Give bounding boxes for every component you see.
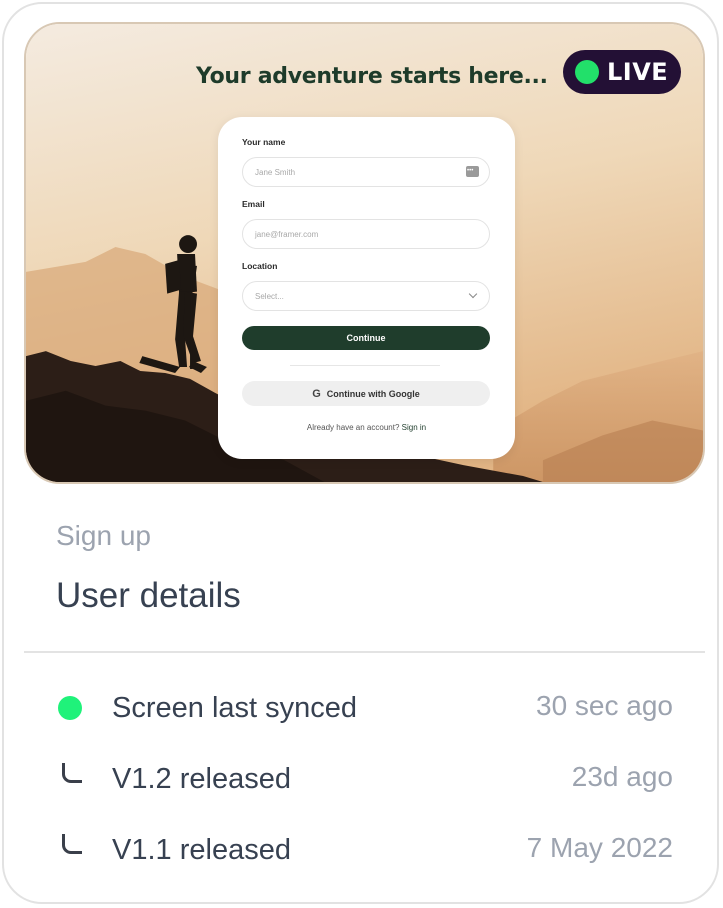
activity-row-v11: V1.1 released 7 May 2022 [4,830,717,870]
signup-form: Your name Jane Smith Email jane@framer.c… [218,117,515,459]
name-placeholder: Jane Smith [255,167,296,177]
google-icon: G [312,387,321,400]
name-input[interactable]: Jane Smith [242,157,490,187]
screen-title: User details [56,576,241,615]
live-badge: LIVE [563,50,681,94]
section-divider [24,651,705,653]
account-prompt-text: Already have an account? [306,423,400,432]
activity-time: 7 May 2022 [526,832,673,863]
name-label: Your name [242,137,286,147]
google-button-label: Continue with Google [326,388,420,399]
activity-time: 23d ago [571,761,673,792]
autofill-icon [466,166,479,177]
activity-row-synced: Screen last synced 30 sec ago [4,688,717,728]
screen-category: Sign up [56,520,151,551]
live-label: LIVE [607,58,669,86]
signin-link[interactable]: Sign in [402,423,426,432]
location-placeholder: Select... [255,291,284,301]
signin-prompt: Already have an account? Sign in [218,423,515,432]
activity-label: V1.2 released [112,763,291,795]
continue-button[interactable]: Continue [242,326,490,350]
activity-row-v12: V1.2 released 23d ago [4,759,717,799]
status-dot-icon [58,696,82,720]
live-status-icon [575,60,599,84]
location-select[interactable]: Select... [242,281,490,311]
activity-label: V1.1 released [112,834,291,866]
email-label: Email [242,199,265,209]
email-input[interactable]: jane@framer.com [242,219,490,249]
hero-image: Your adventure starts here... LIVE Your … [24,22,705,484]
chevron-down-icon [468,289,478,299]
preview-card[interactable]: Your adventure starts here... LIVE Your … [2,2,719,904]
corner-branch-icon [62,763,82,783]
google-signin-button[interactable]: G Continue with Google [242,381,490,406]
corner-branch-icon [62,834,82,854]
email-placeholder: jane@framer.com [255,229,319,239]
activity-label: Screen last synced [112,692,358,724]
hero-headline: Your adventure starts here... [196,64,548,89]
activity-time: 30 sec ago [536,690,673,721]
location-label: Location [242,261,278,271]
form-divider [290,365,440,366]
